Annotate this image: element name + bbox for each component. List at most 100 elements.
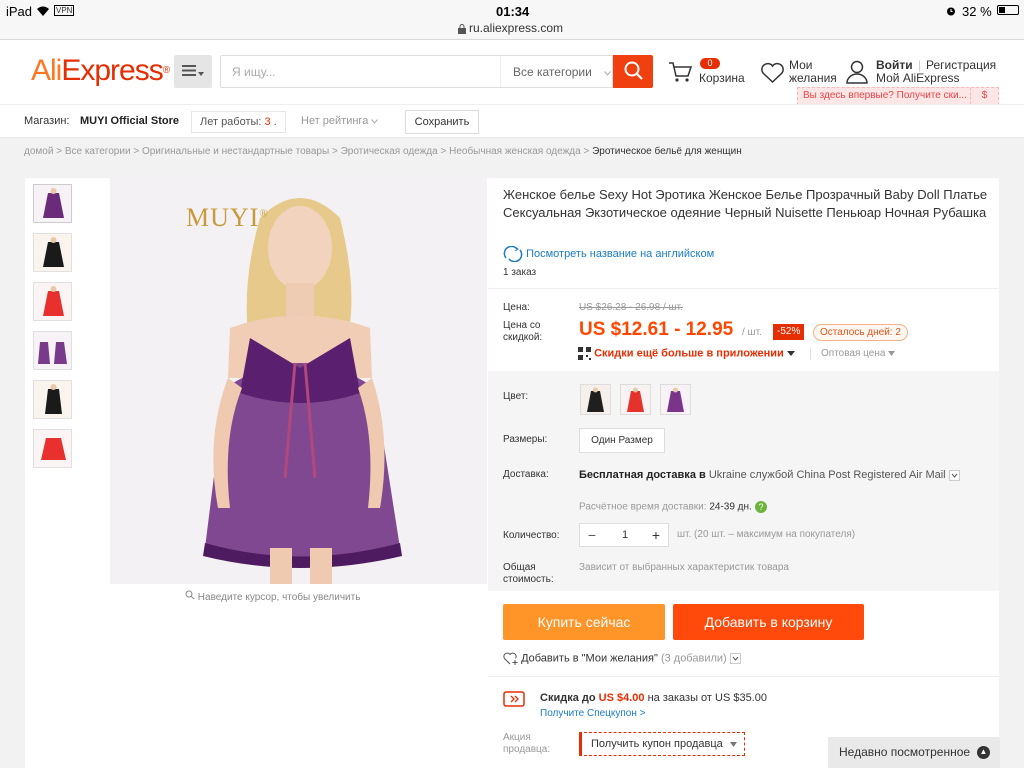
product-main-image[interactable]: MUYI®: [110, 178, 487, 584]
zoom-hint: Наведите курсор, чтобы увеличить: [185, 590, 360, 603]
search-input[interactable]: [221, 56, 499, 87]
discount-price-label: Цена со скидкой:: [503, 320, 543, 343]
breadcrumb-exotic-apparel[interactable]: Эротическая одежда: [341, 146, 438, 157]
app-deals-dropdown[interactable]: Скидки ещё больше в приложении: [578, 347, 795, 360]
translate-title-link[interactable]: Посмотреть название на английском: [503, 245, 714, 263]
special-coupon-text: Скидка до US $4.00 на заказы от US $35.0…: [540, 692, 767, 704]
status-bar: iPad VPN 01:34 ru.aliexpress.com 32 %: [0, 0, 1024, 40]
qr-code-icon: [578, 347, 591, 360]
battery-percent: 32 %: [962, 4, 992, 19]
svg-text:?: ?: [758, 502, 763, 512]
color-swatch-purple[interactable]: [660, 384, 691, 415]
search-button[interactable]: [613, 55, 653, 88]
cart-link[interactable]: Корзина: [699, 72, 745, 85]
days-left-badge: Осталось дней: 2: [813, 324, 908, 341]
quantity-input[interactable]: 1: [604, 524, 646, 546]
seller-coupon-dropdown[interactable]: Получить купон продавца: [579, 732, 745, 756]
shipping-method-dropdown[interactable]: China Post Registered Air Mail: [796, 469, 945, 481]
breadcrumb: домой > Все категории > Оригинальные и н…: [24, 146, 742, 157]
quantity-stepper: − 1 +: [579, 523, 669, 547]
delivery-info: Бесплатная доставка в Ukraine службой Ch…: [579, 468, 994, 483]
breadcrumb-novelty[interactable]: Оригинальные и нестандартные товары: [142, 146, 329, 157]
wholesale-price-dropdown[interactable]: Оптовая цена: [821, 348, 896, 359]
store-rating-dropdown[interactable]: Нет рейтинга: [301, 115, 379, 127]
search-box: Все категории: [220, 55, 613, 88]
quantity-decrease-button[interactable]: −: [580, 524, 604, 546]
clock: 01:34: [496, 4, 530, 19]
heart-icon[interactable]: [760, 62, 785, 87]
price-label: Цена:: [503, 302, 530, 313]
quantity-increase-button[interactable]: +: [644, 524, 668, 546]
address-bar-url[interactable]: ru.aliexpress.com: [469, 21, 563, 35]
caret-down-icon: [198, 65, 204, 79]
breadcrumb-home[interactable]: домой: [24, 146, 53, 157]
category-menu-button[interactable]: [174, 55, 212, 88]
thumbnail-2[interactable]: [33, 233, 72, 272]
recently-viewed-tab[interactable]: Недавно посмотренное ▲: [828, 737, 1000, 768]
my-aliexpress-link[interactable]: Мой AliExpress: [876, 72, 960, 85]
quantity-limit-note: шт. (20 шт. – максимум на покупателя): [677, 529, 856, 540]
breadcrumb-all-categories[interactable]: Все категории: [65, 146, 131, 157]
product-gallery: MUYI® Наведите курсор, чтобы увеличить: [25, 178, 488, 768]
breadcrumb-women-exotic[interactable]: Необычная женская одежда: [449, 146, 581, 157]
product-title: Женское белье Sexy Hot Эротика Женское Б…: [503, 187, 988, 220]
translate-icon: [503, 245, 523, 263]
get-coupon-link[interactable]: Получите Спецкупон >: [540, 708, 646, 719]
original-price: US $26.28 - 26.98 / шт.: [579, 302, 683, 313]
help-icon: ?: [754, 501, 767, 513]
size-option-one-size[interactable]: Один Размер: [579, 428, 665, 453]
caret-down-icon: [729, 742, 737, 747]
chevron-down-icon: [371, 119, 379, 124]
add-to-wishlist-link[interactable]: Добавить в "Мои желания" (3 добавили): [503, 652, 741, 665]
delivery-eta: Расчётное время доставки: 24-39 дн. ?: [579, 501, 767, 513]
caret-down-icon: [786, 351, 795, 357]
discount-badge: -52%: [773, 324, 805, 340]
cart-icon[interactable]: [668, 62, 693, 85]
color-label: Цвет:: [503, 391, 529, 402]
seller-promo-label: Акция продавца:: [503, 732, 551, 755]
total-note: Зависит от выбранных характеристик товар…: [579, 562, 789, 573]
battery-icon: [997, 5, 1019, 15]
category-select[interactable]: Все категории: [500, 56, 613, 87]
heart-plus-icon: [503, 652, 518, 665]
separator: |: [809, 346, 813, 360]
wishlist-link-line2[interactable]: желания: [789, 72, 837, 85]
magnifier-icon: [185, 590, 195, 600]
buy-now-button[interactable]: Купить сейчас: [503, 604, 665, 640]
coupon-icon: [503, 691, 525, 710]
dollar-icon: $: [970, 88, 998, 104]
vpn-badge: VPN: [54, 5, 75, 16]
device-name: iPad: [6, 4, 33, 19]
brand-logo: MUYI®: [186, 203, 269, 232]
total-label: Общая стоимость:: [503, 562, 554, 585]
chevron-down-icon: [603, 65, 611, 79]
save-store-button[interactable]: Сохранить: [405, 110, 479, 134]
thumbnail-4[interactable]: [33, 331, 72, 370]
newbie-coupon-banner[interactable]: Вы здесь впервые? Получите ски... $: [797, 87, 999, 105]
store-label: Магазин:: [24, 115, 70, 127]
thumbnail-6[interactable]: [33, 429, 72, 468]
thumbnail-1[interactable]: [33, 184, 72, 223]
caret-down-icon: [888, 351, 896, 356]
add-to-cart-button[interactable]: Добавить в корзину: [673, 604, 864, 640]
chevron-up-icon: ▲: [977, 746, 990, 759]
wifi-icon: [36, 5, 50, 20]
product-photo: [110, 178, 487, 584]
user-icon[interactable]: [846, 60, 868, 87]
size-label: Размеры:: [503, 434, 548, 445]
store-years-badge: Лет работы: 3 .: [191, 111, 286, 133]
alarm-icon: [946, 5, 956, 19]
color-swatch-red[interactable]: [620, 384, 651, 415]
lock-icon: [458, 23, 466, 37]
thumbnail-5[interactable]: [33, 380, 72, 419]
thumbnail-3[interactable]: [33, 282, 72, 321]
store-name-link[interactable]: MUYI Official Store: [80, 115, 179, 127]
site-header: AliExpress® Все категории 0 Корзина Мои …: [0, 40, 1024, 105]
color-swatch-black[interactable]: [580, 384, 611, 415]
chevron-down-icon: [948, 469, 960, 481]
per-unit: / шт.: [742, 327, 762, 338]
aliexpress-logo[interactable]: AliExpress®: [31, 54, 170, 88]
discount-price: US $12.61 - 12.95: [579, 319, 734, 340]
delivery-label: Доставка:: [503, 469, 549, 480]
breadcrumb-current: Эротическое бельё для женщин: [592, 146, 742, 157]
